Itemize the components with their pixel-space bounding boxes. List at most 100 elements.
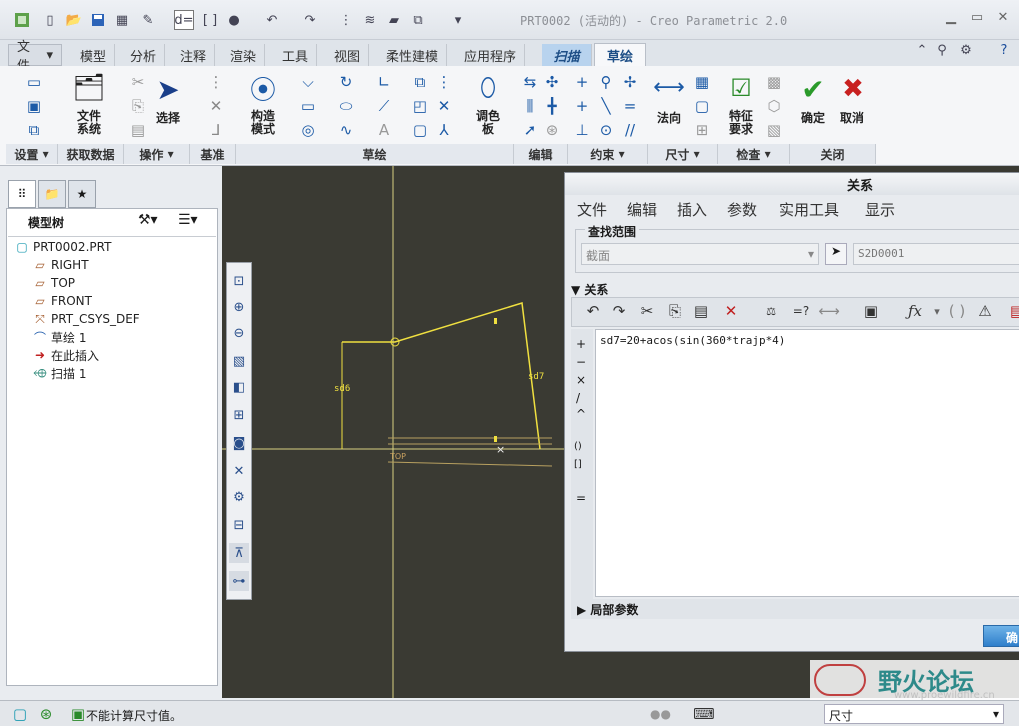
app-icon[interactable] xyxy=(12,10,32,30)
annotation-display-icon[interactable]: ⊟ xyxy=(229,515,249,535)
normal-dimension-icon[interactable]: ⟷ xyxy=(652,72,686,102)
palette-icon[interactable]: ⬯ xyxy=(472,72,504,104)
tab-sketch[interactable]: 草绘 xyxy=(594,43,646,67)
tree-item-front[interactable]: ▱ FRONT xyxy=(32,292,92,310)
zoom-out-icon[interactable]: ⊖ xyxy=(229,323,249,343)
lookup-type-select[interactable]: 截面 ▾ xyxy=(581,243,819,265)
text-icon[interactable]: A xyxy=(374,120,394,140)
copy-icon[interactable]: ⎘ xyxy=(665,301,685,321)
group-setup[interactable]: 设置 ▾ xyxy=(6,144,58,164)
divide-operator-button[interactable]: / xyxy=(576,391,580,405)
shade-closed-icon[interactable]: ⬡ xyxy=(764,96,784,116)
mirror-icon[interactable]: ⫼ xyxy=(520,96,540,116)
modify-icon[interactable]: ⇆ xyxy=(520,72,540,92)
display-style-icon[interactable]: ◧ xyxy=(229,377,249,397)
chevron-down-icon[interactable]: ▾ xyxy=(927,301,947,321)
navigator-toggle-icon[interactable]: ▢ xyxy=(10,704,30,724)
relations-section-header[interactable]: ▼ 关系 xyxy=(571,281,608,298)
normal-dimension-label[interactable]: 法向 xyxy=(652,112,686,125)
tree-settings-icon[interactable]: ⚒▾ xyxy=(138,212,158,228)
ok-checkmark-icon[interactable]: ✔ xyxy=(798,73,828,106)
model-tree-tab-icon[interactable]: ⠿ xyxy=(8,180,36,208)
thicken-icon[interactable]: ◰ xyxy=(410,96,430,116)
folder-browser-tab-icon[interactable]: 📁 xyxy=(38,180,66,208)
datum-point-icon[interactable]: ✕ xyxy=(206,96,226,116)
power-operator-button[interactable]: ^ xyxy=(576,407,586,421)
tree-item-insert-here[interactable]: ➜ 在此插入 xyxy=(32,346,99,364)
select-cursor-icon[interactable]: ➤ xyxy=(154,72,182,106)
datum-centerline-icon[interactable]: ⋮ xyxy=(206,72,226,92)
dimension-display-icon[interactable]: d= xyxy=(174,10,194,30)
undo-icon[interactable]: ↶ xyxy=(262,10,282,30)
file-system-label[interactable]: 文件 系统 xyxy=(72,110,106,136)
tab-flexible-modeling[interactable]: 柔性建模 xyxy=(378,44,448,66)
switch-dimensions-icon[interactable]: ⚖ xyxy=(761,301,781,321)
fillet-icon[interactable]: ∟ xyxy=(374,72,394,92)
sketch-setup-icon[interactable]: ▭ xyxy=(24,72,44,92)
project-icon[interactable]: ▢ xyxy=(410,120,430,140)
palette-label[interactable]: 调色 板 xyxy=(470,110,506,136)
browser-toggle-icon[interactable]: ⊛ xyxy=(36,704,56,724)
minimize-icon[interactable]: ▁ xyxy=(940,10,962,28)
vertex-display-icon[interactable]: ⊶ xyxy=(229,571,249,591)
saved-views-icon[interactable]: ⊞ xyxy=(229,405,249,425)
help-icon[interactable]: ? xyxy=(994,40,1014,60)
rotate-resize-icon[interactable]: ➚ xyxy=(520,120,540,140)
divide-icon[interactable]: ✣ xyxy=(542,72,562,92)
refit-icon[interactable]: ⊡ xyxy=(229,271,249,291)
dialog-ok-button[interactable]: 确 xyxy=(983,625,1019,647)
redo-icon[interactable]: ↷ xyxy=(300,10,320,30)
view-manager-icon[interactable]: ◙ xyxy=(229,433,249,453)
delete-icon[interactable]: ✕ xyxy=(721,301,741,321)
menu-parameters[interactable]: 参数 xyxy=(727,199,757,220)
verify-icon[interactable]: ▣ xyxy=(861,301,881,321)
datum-csys-icon[interactable]: ⅃ xyxy=(206,120,226,140)
paste-icon[interactable]: ▤ xyxy=(691,301,711,321)
spin-center-icon[interactable]: ⚙ xyxy=(229,487,249,507)
ok-button[interactable]: 确定 xyxy=(796,112,830,125)
offset-icon[interactable]: ⧉ xyxy=(410,72,430,92)
favorites-tab-icon[interactable]: ★ xyxy=(68,180,96,208)
tab-view[interactable]: 视图 xyxy=(326,44,370,66)
close-window-icon[interactable]: ✕ xyxy=(992,10,1014,28)
maximize-icon[interactable]: ▭ xyxy=(966,10,988,28)
delete-segment-icon[interactable]: ⊛ xyxy=(542,120,562,140)
collapse-ribbon-icon[interactable]: ⌃ xyxy=(912,40,932,60)
new-file-icon[interactable]: ▯ xyxy=(40,10,60,30)
group-operations[interactable]: 操作 ▾ xyxy=(124,144,190,164)
point-icon[interactable]: ✕ xyxy=(434,96,454,116)
tangent-constraint-icon[interactable]: ⚲ xyxy=(596,72,616,92)
baseline-icon[interactable]: ⊞ xyxy=(692,120,712,140)
tree-item-sketch[interactable]: ⌒ 草绘 1 xyxy=(32,328,86,346)
corner-icon[interactable]: ╋ xyxy=(542,96,562,116)
construction-mode-icon[interactable]: ⦿ xyxy=(246,70,280,106)
sketch-view-toggle-icon[interactable]: ⊼ xyxy=(229,543,249,563)
symmetric-constraint-icon[interactable]: ✢ xyxy=(620,72,640,92)
midpoint-constraint-icon[interactable]: ╲ xyxy=(596,96,616,116)
parens-operator-button[interactable]: () xyxy=(574,441,582,452)
tab-tools[interactable]: 工具 xyxy=(274,44,318,66)
regenerate-icon[interactable]: ▦ xyxy=(112,10,132,30)
function-icon[interactable]: ƒx xyxy=(905,301,925,321)
zoom-in-icon[interactable]: ⊕ xyxy=(229,297,249,317)
centerline-icon[interactable]: ⋮ xyxy=(434,72,454,92)
menu-show[interactable]: 显示 xyxy=(865,199,895,220)
open-folder-icon[interactable]: 📂 xyxy=(64,10,84,30)
select-arrow-button[interactable]: ➤ xyxy=(825,243,847,265)
horizontal-constraint-icon[interactable]: + xyxy=(572,96,592,116)
group-inspect[interactable]: 检查 ▾ xyxy=(718,144,790,164)
relations-editor[interactable]: sd7=20+acos(sin(360*trajp*4) xyxy=(595,329,1019,597)
multiply-operator-button[interactable]: × xyxy=(576,373,586,387)
cancel-button[interactable]: 取消 xyxy=(834,112,870,125)
csys-icon[interactable]: ⅄ xyxy=(434,120,454,140)
chamfer-icon[interactable]: ⟋ xyxy=(374,96,394,116)
coincident-constraint-icon[interactable]: ⊙ xyxy=(596,120,616,140)
line-icon[interactable]: ⌵ xyxy=(298,72,318,92)
dimension-icon[interactable]: ⟷ xyxy=(818,301,840,321)
perimeter-icon[interactable]: ▦ xyxy=(692,72,712,92)
measure-icon[interactable]: ✎ xyxy=(138,10,158,30)
save-icon[interactable] xyxy=(88,10,108,30)
dimension-sd6[interactable]: sd6 xyxy=(334,384,350,394)
tree-columns-icon[interactable]: ☰▾ xyxy=(178,212,198,228)
tab-applications[interactable]: 应用程序 xyxy=(456,44,526,66)
